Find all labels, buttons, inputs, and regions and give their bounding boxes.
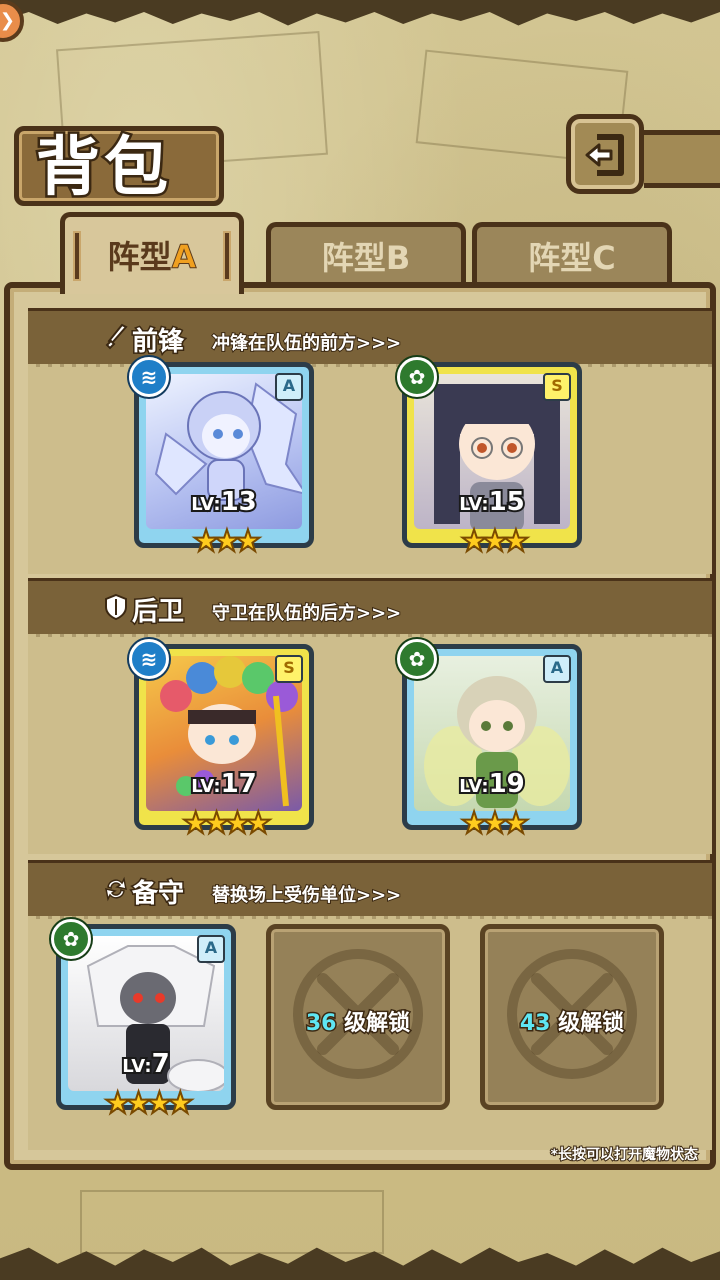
locked-slot[interactable]: 43 级解锁 (480, 924, 664, 1110)
star-rating: ★★★ (460, 524, 531, 559)
unit-level: LV:19 (457, 767, 527, 801)
star-rating: ★★★★ (103, 1086, 195, 1121)
section-title: 前锋 (130, 326, 185, 359)
unit-card[interactable]: ✿ A LV:7 ★★★★ (51, 919, 236, 1120)
locked-slot[interactable]: 36 级解锁 (266, 924, 450, 1110)
section-desc: 替换场上受伤单位>>> (211, 884, 402, 907)
unit-card[interactable]: ✿ A LV:19 ★★★ (397, 639, 582, 840)
page-title: 背包 (34, 129, 172, 208)
tab-suffix: C (592, 239, 616, 277)
grass-element-icon: ✿ (397, 639, 437, 679)
rank-badge: A (543, 655, 571, 683)
rank-badge: S (543, 373, 571, 401)
unit-level: LV:7 (120, 1047, 171, 1081)
star-rating: ★★★ (460, 806, 531, 841)
shield-icon (105, 593, 127, 621)
tab-formation-c[interactable]: 阵型C (472, 222, 672, 288)
tab-suffix: B (385, 239, 411, 277)
rank-badge: S (275, 655, 303, 683)
section-title: 备守 (130, 878, 185, 911)
back-arrow-icon (585, 134, 624, 176)
swap-icon (105, 876, 127, 902)
unit-card[interactable]: ✿ S LV:15 ★★★ (397, 357, 582, 558)
section-header-back: 后卫 守卫在队伍的后方>>> (28, 578, 712, 638)
tab-post (223, 231, 231, 281)
rank-badge: A (275, 373, 303, 401)
sword-icon (105, 323, 128, 350)
section-header-reserve: 备守 替换场上受伤单位>>> (28, 860, 712, 920)
star-rating: ★★★★ (181, 806, 273, 841)
back-button[interactable] (566, 114, 644, 194)
grass-element-icon: ✿ (397, 357, 437, 397)
tab-formation-a[interactable]: 阵型A (60, 212, 244, 294)
unit-card[interactable]: ≋ A LV:13 ★★★ (129, 357, 314, 558)
map-decoration (80, 1190, 384, 1254)
tab-suffix: A (171, 238, 197, 277)
section-desc: 冲锋在队伍的前方>>> (211, 332, 402, 355)
unlock-text: 43 级解锁 (518, 1010, 625, 1038)
tab-post (73, 231, 81, 281)
water-element-icon: ≋ (129, 357, 169, 397)
chevron-right-icon: ❯ (0, 10, 15, 31)
grass-element-icon: ✿ (51, 919, 91, 959)
unit-level: LV:13 (189, 485, 259, 519)
section-title: 后卫 (130, 596, 185, 629)
section-header-front: 前锋 冲锋在队伍的前方>>> (28, 308, 712, 368)
tab-label: 阵型 (528, 239, 593, 277)
unit-level: LV:17 (189, 767, 259, 801)
tab-label: 阵型 (321, 239, 386, 277)
rank-badge: A (197, 935, 225, 963)
section-desc: 守卫在队伍的后方>>> (211, 602, 402, 625)
back-rail (644, 130, 720, 188)
formation-tabs: 阵型A 阵型B 阵型C (14, 212, 706, 294)
tab-formation-b[interactable]: 阵型B (266, 222, 466, 288)
unlock-text: 36 级解锁 (304, 1010, 411, 1038)
star-rating: ★★★ (192, 524, 263, 559)
unit-card[interactable]: ≋ S LV:17 ★★★★ (129, 639, 314, 840)
hint-text: *长按可以打开魔物状态 (550, 1146, 699, 1164)
water-element-icon: ≋ (129, 639, 169, 679)
unit-level: LV:15 (457, 485, 527, 519)
tab-label: 阵型 (107, 238, 172, 276)
front-row (28, 364, 712, 574)
